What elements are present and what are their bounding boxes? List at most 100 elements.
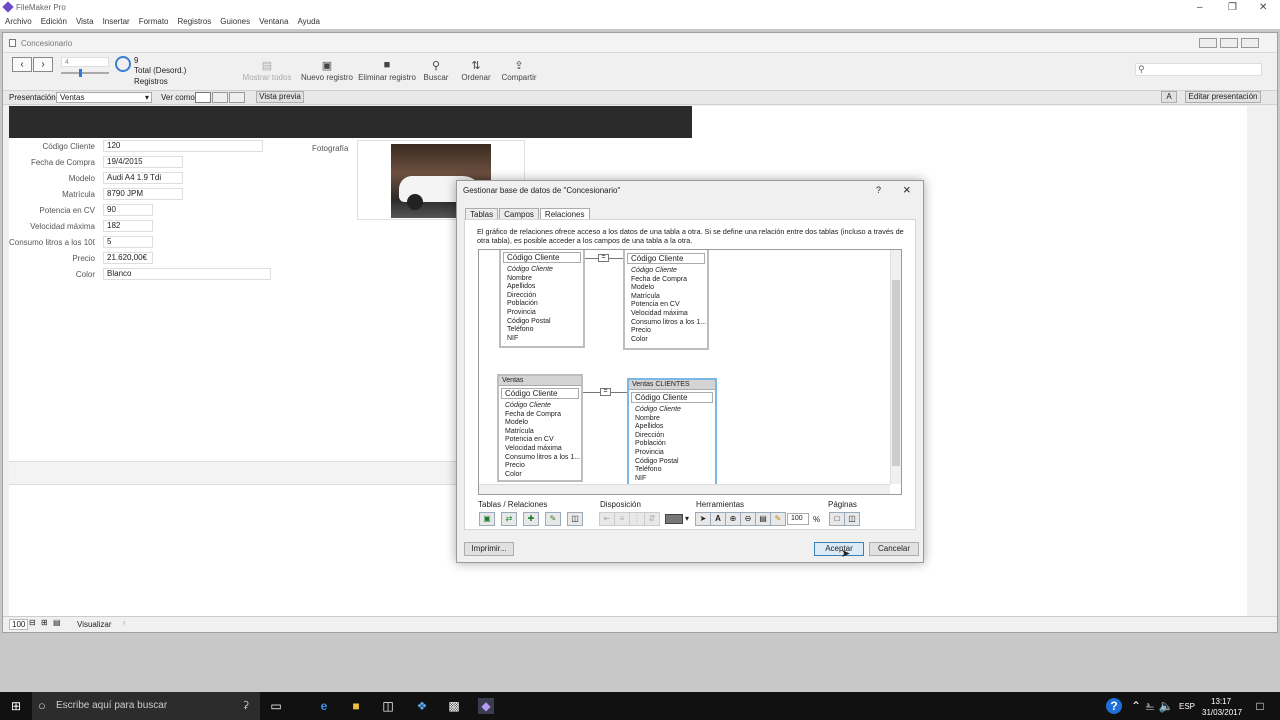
scroll-thumb[interactable] xyxy=(892,280,900,466)
sort-button[interactable]: ⇅ Ordenar xyxy=(459,59,493,82)
table-field-row[interactable]: Fecha de Compra xyxy=(499,411,581,420)
format-bar-button[interactable]: A xyxy=(1161,91,1177,103)
table-field-row[interactable]: Modelo xyxy=(499,419,581,428)
table-key-field[interactable]: Código Cliente xyxy=(631,392,713,403)
clock-date[interactable]: 31/03/2017 xyxy=(1202,708,1242,717)
align-center-icon[interactable]: ≡ xyxy=(614,512,630,526)
dropbox-icon[interactable]: ❖ xyxy=(414,698,430,714)
menu-formato[interactable]: Formato xyxy=(139,17,169,26)
table-field-row[interactable]: Provincia xyxy=(629,449,715,458)
zoom-in-tool-icon[interactable]: ⊕ xyxy=(725,512,741,526)
field-value[interactable]: Audi A4 1.9 Tdi xyxy=(103,172,183,184)
zoom-out-tool-icon[interactable]: ⊖ xyxy=(740,512,756,526)
table-field-row[interactable]: Código Postal xyxy=(629,458,715,467)
ok-button[interactable]: Aceptar xyxy=(814,542,864,556)
task-view-icon[interactable]: ▭ xyxy=(268,698,284,714)
field-value[interactable]: 5 xyxy=(103,236,153,248)
table-field-row[interactable]: Consumo litros a los 1... xyxy=(625,319,707,328)
preview-button[interactable]: Vista previa xyxy=(256,91,304,103)
table-occurrence-ventas-clientes[interactable]: Ventas CLIENTES Código Cliente Código Cl… xyxy=(627,378,717,488)
table-field-row[interactable]: Modelo xyxy=(625,284,707,293)
cancel-button[interactable]: Cancelar xyxy=(869,542,919,556)
menu-ayuda[interactable]: Ayuda xyxy=(297,17,320,26)
edit-pencil-icon[interactable]: ✎ xyxy=(545,512,561,526)
duplicate-icon[interactable]: ✚ xyxy=(523,512,539,526)
delete-trash-icon[interactable]: ◫ xyxy=(567,512,583,526)
doc-restore-icon[interactable] xyxy=(1220,38,1238,48)
notifications-icon[interactable]: □ xyxy=(1252,698,1268,714)
delete-record-button[interactable]: ■ Eliminar registro xyxy=(357,59,417,82)
table-field-row[interactable]: Color xyxy=(499,471,581,480)
table-field-row[interactable]: Potencia en CV xyxy=(499,436,581,445)
table-field-row[interactable]: Apellidos xyxy=(629,423,715,432)
show-all-button[interactable]: ▤ Mostrar todos xyxy=(239,59,295,82)
windows-start-icon[interactable]: ⊞ xyxy=(8,698,24,714)
color-dropdown-icon[interactable]: ▾ xyxy=(685,514,689,523)
color-swatch[interactable] xyxy=(665,514,683,524)
table-field-row[interactable]: Código Cliente xyxy=(501,266,583,275)
zoom-in-icon[interactable]: ⊞ xyxy=(41,618,48,627)
align-left-icon[interactable]: ⇤ xyxy=(599,512,615,526)
table-key-field[interactable]: Código Cliente xyxy=(503,252,581,263)
restore-icon[interactable]: ❐ xyxy=(1228,2,1237,13)
table-key-field[interactable]: Código Cliente xyxy=(627,253,705,264)
zoom-out-icon[interactable]: ⊟ xyxy=(29,618,36,627)
field-value[interactable]: Blanco xyxy=(103,268,271,280)
table-field-row[interactable]: Población xyxy=(629,440,715,449)
edit-layout-button[interactable]: Editar presentación xyxy=(1185,91,1261,103)
previous-record-button[interactable]: ‹ xyxy=(12,57,32,72)
slider-thumb[interactable] xyxy=(79,69,82,77)
field-value[interactable]: 21.620,00€ xyxy=(103,252,153,264)
field-value[interactable]: 19/4/2015 xyxy=(103,156,183,168)
relationship-equals-icon[interactable]: = xyxy=(598,254,609,262)
table-field-row[interactable]: Consumo litros a los 1... xyxy=(499,454,581,463)
microphone-icon[interactable]: ⚳ xyxy=(242,692,249,720)
scroll-left-icon[interactable]: ‹ xyxy=(123,618,126,627)
field-value[interactable]: 90 xyxy=(103,204,153,216)
table-field-row[interactable]: Código Postal xyxy=(501,318,583,327)
quick-find-input[interactable]: ⚲ xyxy=(1135,63,1262,76)
record-slider[interactable] xyxy=(61,69,109,77)
clock-time[interactable]: 13:17 xyxy=(1211,697,1231,706)
table-field-row[interactable]: Población xyxy=(501,300,583,309)
table-field-row[interactable]: Apellidos xyxy=(501,283,583,292)
table-field-row[interactable]: Teléfono xyxy=(629,466,715,475)
table-field-row[interactable]: Nombre xyxy=(501,275,583,284)
table-field-row[interactable]: Fecha de Compra xyxy=(625,276,707,285)
zoom-input[interactable]: 100 xyxy=(787,513,809,525)
remote-desktop-icon[interactable]: ▩ xyxy=(446,698,462,714)
menu-guiones[interactable]: Guiones xyxy=(220,17,250,26)
table-occurrence-ventas[interactable]: Ventas Código Cliente Código Cliente Fech… xyxy=(497,374,583,482)
mode-label[interactable]: Visualizar xyxy=(77,620,112,629)
table-occurrence-clientes-ventas[interactable]: Código Cliente Código Cliente Fecha de Co… xyxy=(623,250,709,350)
language-indicator[interactable]: ESP xyxy=(1179,702,1195,711)
table-field-row[interactable]: Matrícula xyxy=(625,293,707,302)
menu-archivo[interactable]: Archivo xyxy=(5,17,32,26)
add-table-icon[interactable]: ▣ xyxy=(479,512,495,526)
field-value[interactable]: 182 xyxy=(103,220,153,232)
text-tool-icon[interactable]: A xyxy=(710,512,726,526)
volume-icon[interactable]: 🔈 xyxy=(1158,698,1174,714)
find-button[interactable]: ⚲ Buscar xyxy=(421,59,451,82)
fit-window-icon[interactable]: ▤ xyxy=(755,512,771,526)
table-occurrence-clientes[interactable]: Código Cliente Código Cliente Nombre Apell… xyxy=(499,250,585,348)
field-value[interactable]: 120 xyxy=(103,140,263,152)
table-field-row[interactable]: Provincia xyxy=(501,309,583,318)
table-field-row[interactable]: Velocidad máxima xyxy=(499,445,581,454)
table-field-row[interactable]: Teléfono xyxy=(501,326,583,335)
table-field-row[interactable]: Precio xyxy=(625,327,707,336)
help-icon[interactable]: ? xyxy=(876,185,881,195)
relationship-equals-icon[interactable]: = xyxy=(600,388,611,396)
next-record-button[interactable]: › xyxy=(33,57,53,72)
list-view-icon[interactable] xyxy=(212,92,228,103)
distribute-icon[interactable]: ⋮ xyxy=(629,512,645,526)
doc-minimize-icon[interactable] xyxy=(1199,38,1217,48)
table-field-row[interactable]: Código Cliente xyxy=(499,402,581,411)
form-view-icon[interactable] xyxy=(195,92,211,103)
table-view-icon[interactable] xyxy=(229,92,245,103)
table-field-row[interactable]: NIF xyxy=(501,335,583,344)
edit-note-icon[interactable]: ✎ xyxy=(770,512,786,526)
vertical-scrollbar[interactable] xyxy=(1247,106,1257,616)
field-value[interactable]: 8790 JPM xyxy=(103,188,183,200)
table-field-row[interactable]: Nombre xyxy=(629,415,715,424)
